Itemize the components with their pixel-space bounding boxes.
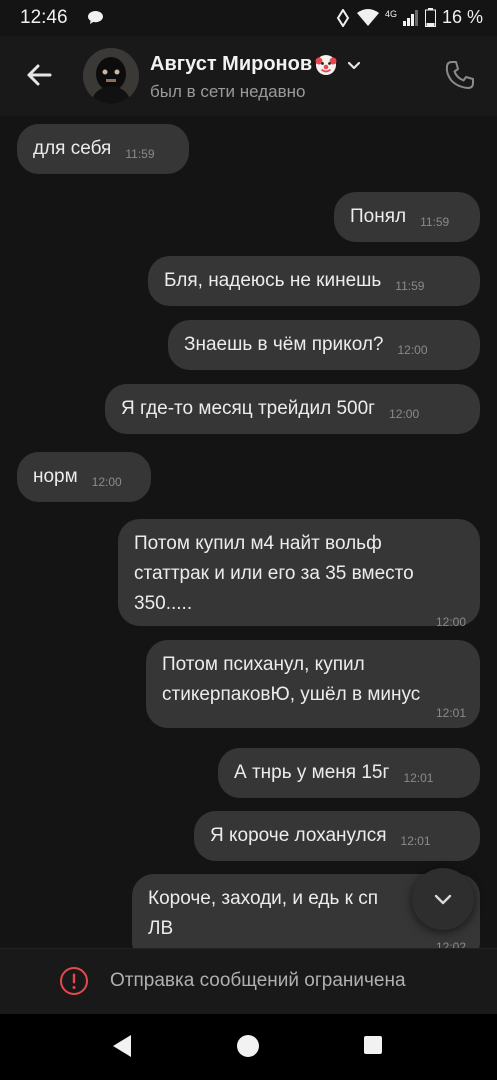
battery-percent: 16 %: [441, 7, 483, 27]
message-bubble-outgoing[interactable]: Потом психанул, купил стикерпаковЮ, ушёл…: [146, 640, 480, 728]
chevron-down-icon[interactable]: [346, 57, 362, 73]
contact-name: Август Миронов: [150, 53, 313, 75]
warning-circle-icon: [60, 967, 88, 995]
message-time: 12:00: [435, 615, 466, 629]
message-time: 11:59: [420, 215, 450, 229]
message-text: Короче, заходи, и едь к сп ЛВ: [148, 888, 379, 939]
message-time: 12:01: [435, 706, 466, 720]
clown-emoji-icon: [315, 54, 337, 75]
message-list[interactable]: для себя 11:59 Понял 11:59 Бля, надеюсь не…: [0, 116, 497, 948]
message-text: Знаешь в чём прикол?: [184, 334, 384, 355]
message-time: 12:00: [91, 475, 122, 489]
message-bubble-outgoing[interactable]: Понял 11:59: [334, 192, 480, 242]
restricted-message: Отправка сообщений ограничена: [110, 970, 406, 991]
chat-header: Август Миронов был в сети недавно: [0, 36, 497, 116]
system-nav-bar: [0, 1014, 497, 1080]
message-bubble-outgoing[interactable]: А тнрь у меня 15г 12:01: [218, 748, 480, 798]
message-text: норм: [33, 466, 78, 487]
message-text: Бля, надеюсь не кинешь: [164, 270, 382, 291]
contact-name-row[interactable]: Август Миронов: [150, 53, 362, 76]
message-bubble-outgoing[interactable]: Знаешь в чём прикол? 12:00: [168, 320, 480, 370]
message-bubble-outgoing[interactable]: Бля, надеюсь не кинешь 11:59: [148, 256, 480, 306]
scroll-to-bottom-button[interactable]: [412, 868, 474, 930]
message-time: 11:59: [395, 279, 425, 293]
message-text: Потом купил м4 найт вольф статтрак и или…: [134, 533, 414, 614]
contact-status: был в сети недавно: [150, 82, 306, 101]
signal-icon: [402, 9, 418, 26]
avatar[interactable]: [83, 48, 139, 104]
message-time: 12:00: [389, 407, 420, 421]
messaging-restricted-bar: Отправка сообщений ограничена: [0, 948, 497, 1015]
message-text: Я короче лоханулся: [210, 825, 387, 846]
message-text: для себя: [33, 138, 112, 159]
back-arrow-icon[interactable]: [22, 58, 56, 92]
message-bubble-incoming[interactable]: для себя 11:59: [17, 124, 189, 174]
message-bubble-outgoing[interactable]: Потом купил м4 найт вольф статтрак и или…: [118, 519, 480, 629]
chat-notification-icon: [88, 11, 103, 24]
status-bar: 12:46 4G 16 %: [0, 0, 497, 36]
message-time: 12:00: [397, 343, 428, 357]
phone-call-icon[interactable]: [443, 58, 477, 92]
message-time: 12:01: [403, 771, 434, 785]
message-bubble-incoming[interactable]: норм 12:00: [17, 452, 151, 502]
message-text: Понял: [350, 206, 407, 227]
nav-back-icon[interactable]: [111, 1034, 133, 1058]
vibrate-icon: [336, 8, 350, 27]
nav-home-icon[interactable]: [237, 1035, 259, 1057]
message-text: Потом психанул, купил стикерпаковЮ, ушёл…: [162, 654, 421, 705]
message-time: 12:02: [435, 940, 466, 948]
status-time: 12:46: [20, 7, 68, 28]
battery-icon: [424, 8, 436, 27]
wifi-icon: [356, 8, 379, 26]
message-bubble-outgoing[interactable]: Я где-то месяц трейдил 500г 12:00: [105, 384, 480, 434]
message-time: 11:59: [125, 147, 155, 161]
message-text: А тнрь у меня 15г: [234, 762, 390, 783]
nav-recents-icon[interactable]: [364, 1036, 382, 1054]
network-type: 4G: [384, 8, 397, 19]
message-text: Я где-то месяц трейдил 500г: [121, 398, 376, 419]
message-time: 12:01: [400, 834, 431, 848]
message-bubble-outgoing[interactable]: Я короче лоханулся 12:01: [194, 811, 480, 861]
chevron-down-icon: [434, 894, 452, 905]
